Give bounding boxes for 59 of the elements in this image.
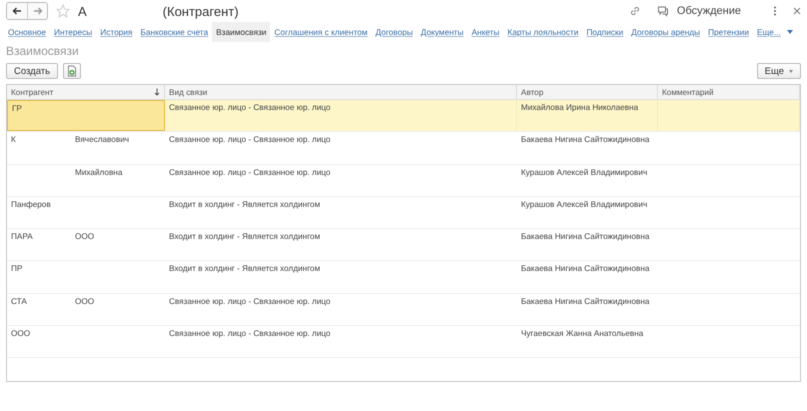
table-cell-text: Курашов Алексей Владимирович [520,166,648,179]
table-row[interactable]: ПР Входит в холдинг - Является холдингом Бакаева Нигина Сайтожидиновна [7,261,800,294]
contragent-name: ГР [12,104,23,113]
table-cell-text: Бакаева Нигина Сайтожидиновна [520,134,650,146]
tab[interactable]: Подписки [582,22,628,42]
column-header[interactable]: Комментарий [662,88,714,96]
contragent-name: Михайловна [75,168,124,177]
contragent-name: ПАРА [11,232,34,242]
column-header[interactable]: Вид связи [169,88,208,96]
table-cell-text: Входит в холдинг - Является холдингом [168,263,322,276]
tab[interactable]: Банковские счета [136,22,212,42]
tab[interactable]: Анкеты [468,22,504,42]
table-cell-text: Входит в холдинг - Является холдингом [168,231,322,244]
table-cell-text: Бакаева Нигина Сайтожидиновна [520,296,650,308]
section-title: Взаимосвязи [6,44,80,58]
contragent-name: ООО [11,329,32,338]
tab[interactable]: Соглашения с клиентом [270,22,372,42]
contragent-name: ПР [11,264,24,274]
tab[interactable]: Договоры [372,22,417,42]
table-cell-text: Курашов Алексей Владимирович [520,198,648,211]
table-cell: Связанное юр. лицо - Связанное юр. лицо [165,100,517,132]
contragent-name: ООО [75,296,96,306]
table-row[interactable]: ГР Связанное юр. лицо - Связанное юр. лицо Михайлова Ирина Николаевна [7,100,800,132]
contragent-name: К [11,135,17,144]
create-button[interactable]: Создать [6,63,58,79]
table-cell-text: Связанное юр. лицо - Связанное юр. лицо [168,134,332,146]
tab[interactable]: История [96,22,136,42]
table-cell-text: Бакаева Нигина Сайтожидиновна [520,263,650,276]
contragent-name: ООО [75,232,96,242]
window-title: А [78,4,87,18]
column-header[interactable]: Автор [521,88,544,96]
discussion-button[interactable]: Обсуждение [676,5,741,17]
table-cell: Михайлова Ирина Николаевна [517,100,658,132]
tab[interactable]: Претензии [704,22,753,42]
contragent-name: СТА [11,296,28,306]
tab[interactable]: Взаимосвязи [212,22,270,42]
table-row[interactable]: Панферов Входит в холдинг - Является холдингом Курашов Алексей Владимирович [7,196,800,230]
table-cell-text: Связанное юр. лицо - Связанное юр. лицо [168,328,332,340]
table-cell-text: Чугаевская Жанна Анатольевна [520,328,644,340]
tab[interactable]: Интересы [50,22,96,42]
table-cell-text: Бакаева Нигина Сайтожидиновна [520,231,650,244]
table-cell-text: Входит в холдинг - Является холдингом [168,198,322,211]
contragent-name: Вячеславович [75,135,130,144]
table-cell-text: Связанное юр. лицо - Связанное юр. лицо [168,296,332,308]
window-subtitle: (Контрагент) [162,4,239,18]
column-header[interactable]: Контрагент [11,88,54,96]
tab[interactable]: Карты лояльности [504,22,582,42]
table-row[interactable]: СТА ООО Связанное юр. лицо - Связанное юр. лицо Бакаева Нигина Сайтожидиновна [7,294,800,326]
tab[interactable]: Договоры аренды [627,22,704,42]
contragent-name: Панферов [11,200,52,209]
tab[interactable]: Документы [416,22,468,42]
tab[interactable]: Основное [4,22,50,42]
table-row[interactable]: К Вячеславович Связанное юр. лицо - Связанное юр. лицо Бакаева Нигина Сайтожидиновна [7,132,800,165]
more-tabs-button[interactable]: Еще... [752,22,797,42]
table-row[interactable]: ООО Связанное юр. лицо - Связанное юр. лицо Чугаевская Жанна Анатольевна [7,326,800,358]
table-row[interactable]: Михайловна Связанное юр. лицо - Связанное юр. лицо Курашов Алексей Владимирович [7,164,800,197]
table-row[interactable]: ПАРА ООО Входит в холдинг - Является холдингом Бакаева Нигина Сайтожидиновна [7,229,800,262]
more-button[interactable]: Еще [756,63,801,79]
table-cell-text: Связанное юр. лицо - Связанное юр. лицо [168,166,332,179]
